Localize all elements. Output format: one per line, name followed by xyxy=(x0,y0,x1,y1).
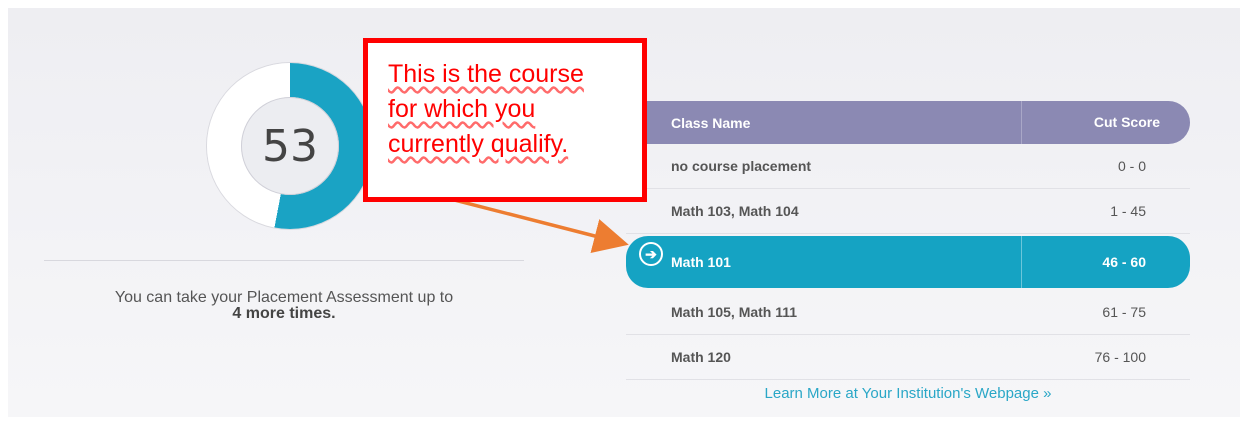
callout-line-1: This is the course xyxy=(388,60,584,88)
callout-line-2: for which you xyxy=(388,95,536,123)
callout-line-3: currently qualify. xyxy=(388,130,569,158)
annotation-callout: This is the course for which you current… xyxy=(363,38,647,202)
